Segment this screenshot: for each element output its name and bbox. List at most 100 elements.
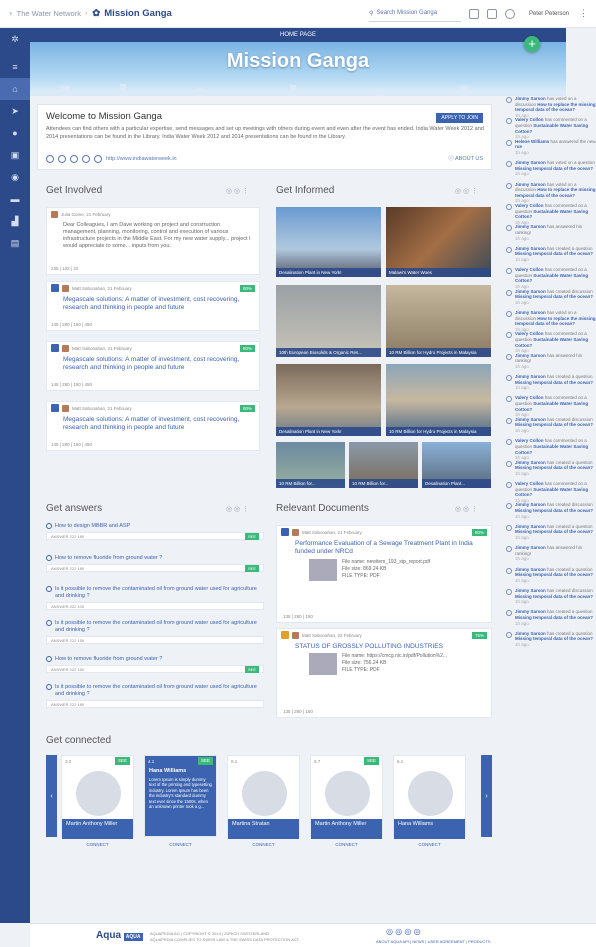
news-image-card[interactable]: Desalination Plant in New York! xyxy=(276,364,381,436)
connect-button[interactable]: CONNECT xyxy=(311,842,382,847)
feed-item[interactable]: Jimmy Sarson has answered his ranking! 1… xyxy=(506,353,596,374)
settings-icon[interactable] xyxy=(504,8,515,19)
breadcrumb-community[interactable]: ✿ Mission Ganga xyxy=(92,8,172,19)
feed-item[interactable]: Valery Collon has commented on a questio… xyxy=(506,481,596,503)
post-card[interactable]: Matt Sabonahan, 21 February 80% Megascale… xyxy=(46,401,260,451)
chart-icon[interactable]: ▟ xyxy=(0,210,30,232)
feed-item[interactable]: Jimmy Sarson has created a question Miss… xyxy=(506,524,596,545)
feed-item[interactable]: Jimmy Sarson has created discussion Miss… xyxy=(506,502,596,523)
post-card[interactable]: Julia Gome, 21 February Dear Colleagues,… xyxy=(46,207,260,275)
feed-item[interactable]: Helene Williams has answered the new rue… xyxy=(506,139,596,160)
facebook-icon[interactable] xyxy=(46,155,54,163)
section-options-icon[interactable]: ◎ ◎ ⋮ xyxy=(226,187,249,195)
hamburger-icon[interactable]: ≡ xyxy=(0,56,30,78)
feed-item[interactable]: Jimmy Sarson has voted on a question Mis… xyxy=(506,160,596,181)
feed-item[interactable]: Jimmy Sarson has created discussion Miss… xyxy=(506,417,596,438)
carousel-next-button[interactable]: › xyxy=(481,755,492,837)
feed-item[interactable]: Jimmy Sarson has created a question Miss… xyxy=(506,631,596,652)
apply-button[interactable]: APPLY TO JOIN xyxy=(436,113,483,123)
footer-links[interactable]: ABOUT AQUA API | NEWS | USER AGREEMENT |… xyxy=(376,939,491,944)
apps-icon[interactable] xyxy=(468,8,479,19)
news-image-card[interactable]: 10 RM Billion for Hydro Projects in Mala… xyxy=(386,364,491,436)
see-button[interactable]: SEE xyxy=(363,757,379,765)
news-image-card[interactable]: 10th European Biosolids & Organic Res... xyxy=(276,285,381,357)
person-card[interactable]: 4.1 SEE Hana Williams Lorem Ipsum is simply… xyxy=(144,755,217,847)
post-title[interactable]: Megascale solutions: A matter of investm… xyxy=(47,414,259,433)
connect-button[interactable]: CONNECT xyxy=(62,842,133,847)
section-options-icon[interactable]: ◎ ◎ ⋮ xyxy=(455,505,478,513)
feed-item[interactable]: Jimmy Sarson has created a question Miss… xyxy=(506,567,596,588)
feed-item[interactable]: Jimmy Sarson has voted on a discussion H… xyxy=(506,310,596,332)
news-image-card[interactable]: 10 RM Billion for... xyxy=(276,442,345,488)
folder-icon[interactable]: ▬ xyxy=(0,188,30,210)
twitter-icon[interactable] xyxy=(58,155,66,163)
info-icon[interactable]: ● xyxy=(0,122,30,144)
feed-item[interactable]: Jimmy Sarson has created a question Miss… xyxy=(506,460,596,481)
about-link[interactable]: ⓘ ABOUT US xyxy=(448,154,483,162)
see-button[interactable]: SEE xyxy=(244,564,259,572)
section-options-icon[interactable]: ◎ ◎ ⋮ xyxy=(226,505,249,513)
database-icon[interactable]: ◉ xyxy=(0,166,30,188)
google-icon[interactable] xyxy=(82,155,90,163)
feed-item[interactable]: Jimmy Sarson has created a question Miss… xyxy=(506,374,596,395)
feed-item[interactable]: Jimmy Sarson has created discussion Miss… xyxy=(506,588,596,609)
feed-item[interactable]: Jimmy Sarson has voted on a discussion H… xyxy=(506,96,596,118)
connect-button[interactable]: CONNECT xyxy=(228,842,299,847)
footer-logo[interactable]: Aqua AQUA xyxy=(96,930,143,941)
document-icon[interactable]: ▤ xyxy=(0,232,30,254)
menu-toggle-icon[interactable]: ✲ xyxy=(0,28,30,50)
connect-button[interactable]: CONNECT xyxy=(394,842,465,847)
more-menu-icon[interactable]: ⋮ xyxy=(579,8,588,19)
add-button[interactable]: + xyxy=(524,36,540,52)
post-title[interactable]: Megascale solutions: A matter of investm… xyxy=(47,354,259,373)
website-link[interactable]: http://www.indiawaterweek.in xyxy=(106,156,177,162)
news-image-card[interactable]: 10 RM Billion for Hydro Projects in Mala… xyxy=(386,285,491,357)
news-image-card[interactable]: Malawi's Water Woes xyxy=(386,207,491,277)
network-logo[interactable]: ♆ The Water Network xyxy=(8,9,81,18)
see-button[interactable]: SEE xyxy=(244,532,259,540)
feed-item[interactable]: Valery Collon has commented on a questio… xyxy=(506,117,596,139)
carousel-prev-button[interactable]: ‹ xyxy=(46,755,57,837)
post-card[interactable]: Matt Sabonahan, 21 February 80% Megascale… xyxy=(46,341,260,391)
document-title[interactable]: STATUS OF GROSSLY POLLUTING INDUSTRIES xyxy=(277,641,491,653)
feed-item[interactable]: Jimmy Sarson has created a question Miss… xyxy=(506,609,596,630)
home-tab[interactable]: HOME PAGE xyxy=(30,28,566,42)
news-image-card[interactable]: Desalination Plant... xyxy=(422,442,491,488)
document-card[interactable]: Matt Sabonahan, 23 February 75% STATUS OF… xyxy=(276,628,492,718)
see-button[interactable]: SEE xyxy=(197,757,213,765)
user-name[interactable]: Peter Peterson xyxy=(529,11,569,17)
notification-icon[interactable] xyxy=(486,8,497,19)
news-image-card[interactable]: Desalination Plant in New York! xyxy=(276,207,381,277)
person-card[interactable]: 5.7 SEE Martin Anthony Miller CONNECT xyxy=(310,755,383,847)
feed-item[interactable]: Valery Collon has commented on a questio… xyxy=(506,395,596,417)
send-icon[interactable]: ➤ xyxy=(0,100,30,122)
gallery-icon[interactable]: ▣ xyxy=(0,144,30,166)
news-image-card[interactable]: 10 RM Billion for... xyxy=(349,442,418,488)
question-item[interactable]: Is it possible to remove the contaminate… xyxy=(46,620,264,645)
document-card[interactable]: Matt Sabonahan, 21 February 80% Performan… xyxy=(276,525,492,623)
see-button[interactable]: SEE xyxy=(114,757,130,765)
post-title[interactable]: Megascale solutions: A matter of investm… xyxy=(47,294,259,313)
feed-item[interactable]: Jimmy Sarson has answered his ranking! 1… xyxy=(506,224,596,245)
connect-button[interactable]: CONNECT xyxy=(145,842,216,847)
feed-item[interactable]: Valery Collon has commented on a questio… xyxy=(506,267,596,289)
home-icon[interactable]: ⌂ xyxy=(0,78,30,100)
document-title[interactable]: Performance Evaluation of a Sewage Treat… xyxy=(277,538,491,559)
question-item[interactable]: How to remove fluoride from ground water… xyxy=(46,656,264,674)
feed-item[interactable]: Jimmy Sarson has created a question Miss… xyxy=(506,246,596,267)
linkedin-icon[interactable] xyxy=(70,155,78,163)
feed-item[interactable]: Valery Collon has commented on a questio… xyxy=(506,438,596,460)
feed-item[interactable]: Valery Collon has commented on a questio… xyxy=(506,331,596,353)
question-item[interactable]: How to remove fluoride from ground water… xyxy=(46,555,264,573)
feed-item[interactable]: Jimmy Sarson has answered his ranking! 1… xyxy=(506,545,596,566)
search-input[interactable]: ⚲ Search Mission Ganga xyxy=(368,6,461,22)
person-card[interactable]: 6.1 Martina Stratan CONNECT xyxy=(227,755,300,847)
post-card[interactable]: Matt Sabonahan, 21 February 80% Megascale… xyxy=(46,281,260,331)
section-options-icon[interactable]: ◎ ◎ ⋮ xyxy=(455,187,478,195)
question-item[interactable]: How to design MBBR and ASP ANSWER 222 180… xyxy=(46,523,264,541)
question-item[interactable]: Is it possible to remove the contaminate… xyxy=(46,684,264,709)
feed-item[interactable]: Jimmy Sarson has created discussion Miss… xyxy=(506,289,596,310)
person-card[interactable]: 6.1 Hana Williams CONNECT xyxy=(393,755,466,847)
footer-social-icons[interactable]: ◎ ◎ ◎ ◎ xyxy=(386,927,421,936)
person-card[interactable]: 3.2 SEE Martin Anthony Miller CONNECT xyxy=(61,755,134,847)
